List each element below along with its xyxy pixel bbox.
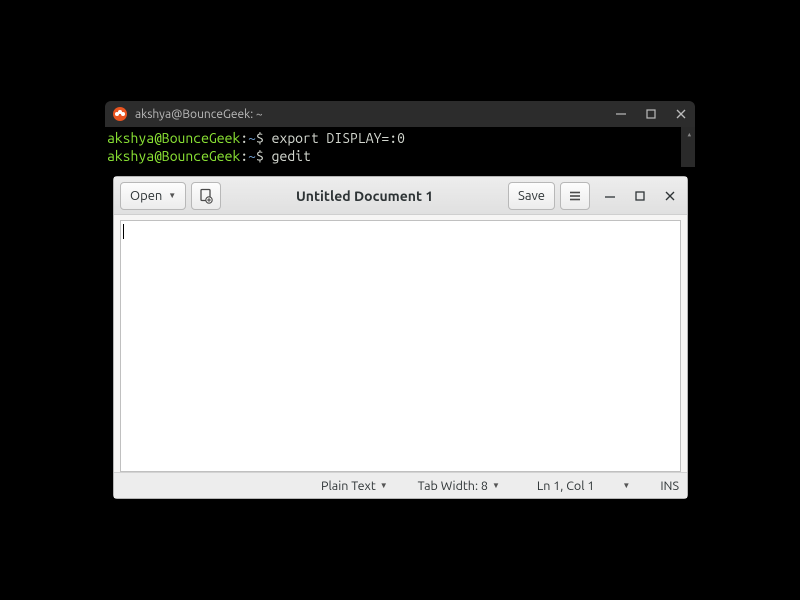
chevron-down-icon: ▼ — [168, 191, 176, 200]
line-col-label: Ln 1, Col 1 — [537, 479, 595, 493]
terminal-window: akshya@BounceGeek: ~ akshya@BounceGeek:~… — [105, 101, 695, 169]
terminal-line: akshya@BounceGeek:~$ export DISPLAY=:0 — [105, 129, 695, 147]
document-title: Untitled Document 1 — [226, 188, 503, 204]
chevron-down-icon[interactable]: ▼ — [622, 481, 630, 490]
terminal-line: akshya@BounceGeek:~$ gedit — [105, 147, 695, 165]
terminal-window-controls — [615, 108, 687, 120]
scroll-up-icon[interactable]: ▴ — [687, 129, 692, 141]
close-icon[interactable] — [675, 108, 687, 120]
gedit-window: Open ▼ Untitled Document 1 Save — [113, 176, 688, 499]
open-button[interactable]: Open ▼ — [120, 182, 186, 210]
hamburger-menu-button[interactable] — [560, 182, 590, 210]
ubuntu-logo-icon — [113, 107, 127, 121]
open-button-label: Open — [130, 189, 162, 203]
new-document-button[interactable] — [191, 182, 221, 210]
minimize-icon[interactable] — [615, 108, 627, 120]
gedit-window-controls — [603, 189, 677, 203]
terminal-title: akshya@BounceGeek: ~ — [135, 108, 615, 121]
close-icon[interactable] — [663, 189, 677, 203]
maximize-icon[interactable] — [633, 189, 647, 203]
maximize-icon[interactable] — [645, 108, 657, 120]
tab-width-selector[interactable]: Tab Width: 8 ▼ — [412, 479, 506, 493]
new-document-icon — [198, 188, 214, 204]
terminal-titlebar[interactable]: akshya@BounceGeek: ~ — [105, 101, 695, 127]
hamburger-icon — [568, 189, 582, 203]
line-col-indicator[interactable]: Ln 1, Col 1 — [531, 479, 601, 493]
editor-area[interactable] — [120, 220, 681, 472]
gedit-headerbar: Open ▼ Untitled Document 1 Save — [114, 177, 687, 215]
chevron-down-icon: ▼ — [380, 481, 388, 490]
minimize-icon[interactable] — [603, 189, 617, 203]
save-button[interactable]: Save — [508, 182, 555, 210]
chevron-down-icon: ▼ — [492, 481, 500, 490]
tab-width-label: Tab Width: 8 — [418, 479, 488, 493]
terminal-scrollbar[interactable]: ▴ — [681, 127, 695, 167]
terminal-body[interactable]: akshya@BounceGeek:~$ export DISPLAY=:0 a… — [105, 127, 695, 167]
save-button-label: Save — [518, 189, 545, 203]
syntax-label: Plain Text — [321, 479, 376, 493]
text-cursor — [123, 224, 124, 239]
status-bar: Plain Text ▼ Tab Width: 8 ▼ Ln 1, Col 1 … — [114, 472, 687, 498]
syntax-selector[interactable]: Plain Text ▼ — [315, 479, 394, 493]
insert-mode-label[interactable]: INS — [660, 479, 679, 493]
